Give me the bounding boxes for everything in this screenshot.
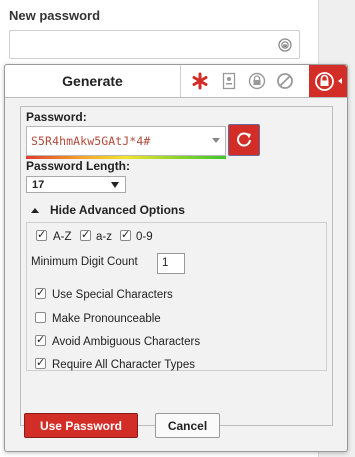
lastpass-menu-icon — [315, 72, 334, 91]
min-digit-count-label: Minimum Digit Count — [31, 256, 138, 268]
refresh-icon — [237, 132, 251, 147]
pronounceable-label: Make Pronounceable — [52, 313, 161, 325]
advanced-options-toggle[interactable]: Hide Advanced Options — [31, 203, 185, 217]
new-password-label: New password — [9, 8, 101, 23]
avoid-ambiguous-label: Avoid Ambiguous Characters — [52, 336, 201, 348]
tab-generate[interactable]: Generate — [5, 65, 181, 97]
popup-tabbar: Generate — [5, 65, 347, 98]
password-generator-popup: Generate Password: S5R4hmAkw5GAtJ*4# Pas… — [4, 64, 348, 452]
checkbox-pronounceable[interactable] — [35, 312, 46, 323]
history-dropdown-icon[interactable] — [212, 138, 220, 143]
lastpass-menu-button[interactable] — [309, 65, 347, 97]
generated-password-value: S5R4hmAkw5GAtJ*4# — [31, 134, 151, 148]
password-length-value: 17 — [32, 179, 45, 191]
generator-panel: Password: S5R4hmAkw5GAtJ*4# Password Len… — [20, 106, 333, 426]
lastpass-lock-icon[interactable] — [245, 69, 269, 93]
checkbox-digits[interactable] — [120, 228, 131, 241]
checkbox-lowercase[interactable] — [80, 228, 91, 241]
cancel-button[interactable]: Cancel — [155, 413, 220, 438]
form-fill-icon[interactable] — [217, 69, 241, 93]
chevron-down-icon — [111, 182, 119, 188]
digits-label: 0-9 — [136, 231, 153, 243]
asterisk-icon[interactable] — [188, 69, 212, 93]
new-password-input[interactable] — [9, 30, 300, 59]
generated-password-field[interactable]: S5R4hmAkw5GAtJ*4# — [26, 126, 226, 156]
regenerate-button[interactable] — [228, 124, 260, 156]
min-digit-count-input[interactable]: 1 — [157, 253, 185, 274]
special-characters-label: Use Special Characters — [52, 289, 173, 301]
advanced-options-label: Hide Advanced Options — [50, 203, 185, 217]
use-password-button[interactable]: Use Password — [24, 413, 138, 438]
checkbox-special-characters[interactable] — [35, 286, 46, 299]
password-length-label: Password Length: — [26, 159, 131, 173]
require-all-types-label: Require All Character Types — [52, 359, 195, 371]
lowercase-label: a-z — [96, 231, 112, 243]
checkbox-require-all-types[interactable] — [35, 356, 46, 369]
checkbox-avoid-ambiguous[interactable] — [35, 333, 46, 346]
lastpass-field-icon[interactable] — [278, 38, 292, 52]
chevron-left-icon — [338, 78, 342, 84]
disable-icon[interactable] — [273, 69, 297, 93]
password-length-select[interactable]: 17 — [26, 176, 126, 193]
collapse-triangle-icon — [31, 207, 39, 213]
password-label: Password: — [26, 110, 87, 124]
checkbox-uppercase[interactable] — [36, 228, 47, 241]
uppercase-label: A-Z — [53, 231, 72, 243]
